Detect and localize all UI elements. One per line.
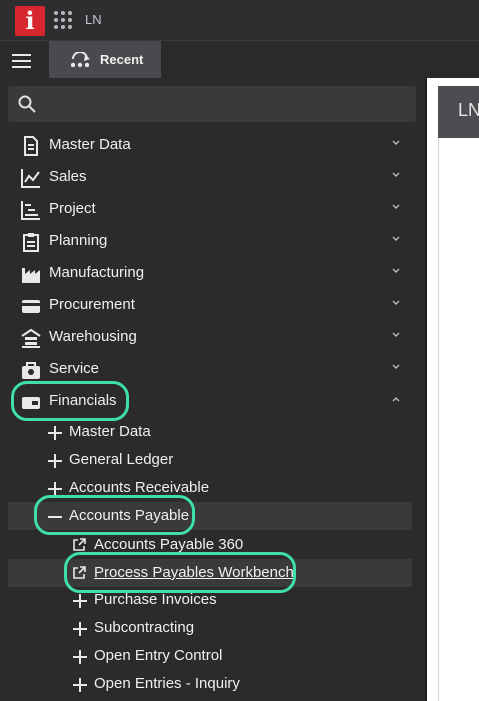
ap-process-payables-workbench[interactable]: Process Payables Workbench: [8, 559, 412, 587]
ap-open-entries-inquiry[interactable]: Open Entries - Inquiry: [8, 670, 412, 698]
menu-item-label: Accounts Receivable: [69, 479, 210, 496]
financials-accounts-receivable[interactable]: Accounts Receivable: [8, 474, 412, 502]
menu-item-label: Manufacturing: [49, 264, 145, 281]
content-header-title: LN: [458, 100, 479, 120]
ap-subcontracting[interactable]: Subcontracting: [8, 614, 412, 642]
chevron-down-icon: [392, 268, 400, 273]
top-bar: i LN: [0, 0, 479, 40]
expand-plus-icon: [48, 482, 62, 496]
clipboard-icon: [23, 233, 39, 252]
ap-open-entry-control[interactable]: Open Entry Control: [8, 642, 412, 670]
hamburger-menu-icon[interactable]: [12, 54, 31, 68]
ap-accounts-payable-360[interactable]: Accounts Payable 360: [8, 531, 412, 559]
menu-item-label: Process Payables Workbench: [94, 564, 294, 581]
menu-item-planning[interactable]: Planning: [8, 227, 412, 255]
financials-general-ledger[interactable]: General Ledger: [8, 446, 412, 474]
menu-item-manufacturing[interactable]: Manufacturing: [8, 259, 412, 287]
credit-card-icon: [22, 300, 40, 313]
chevron-down-icon: [392, 140, 400, 145]
menu-item-label: General Ledger: [69, 451, 174, 468]
navigation-sidebar: Master Data Sales Project Planning Manuf…: [0, 78, 425, 701]
sidebar-scrollbar[interactable]: [412, 122, 425, 701]
search-input[interactable]: [8, 86, 416, 122]
chevron-down-icon: [392, 204, 400, 209]
menu-item-master-data[interactable]: Master Data: [8, 131, 412, 159]
chevron-down-icon: [392, 236, 400, 241]
factory-icon: [22, 268, 40, 283]
menu-item-sales[interactable]: Sales: [8, 163, 412, 191]
menu-item-label: Project: [49, 200, 96, 217]
chevron-down-icon: [392, 172, 400, 177]
expand-plus-icon: [48, 426, 62, 440]
external-link-icon: [73, 566, 86, 579]
chevron-down-icon: [392, 300, 400, 305]
menu-item-financials[interactable]: Financials: [8, 387, 412, 415]
expand-plus-icon: [73, 622, 87, 636]
chevron-up-icon: [392, 397, 400, 402]
financials-accounts-payable[interactable]: Accounts Payable: [8, 502, 412, 530]
expand-plus-icon: [73, 594, 87, 608]
app-name: LN: [85, 12, 102, 27]
content-panel: [438, 138, 479, 701]
infor-logo[interactable]: i: [15, 6, 45, 36]
project-gantt-icon: [21, 201, 40, 220]
document-icon: [24, 136, 38, 156]
collapse-minus-icon: [48, 516, 62, 518]
menu-item-label: Subcontracting: [94, 619, 195, 636]
tab-recent-label: Recent: [100, 52, 144, 67]
menu-item-label: Master Data: [69, 423, 151, 440]
wallet-icon: [22, 397, 40, 409]
chevron-down-icon: [392, 364, 400, 369]
chevron-down-icon: [392, 332, 400, 337]
expand-plus-icon: [73, 678, 87, 692]
app-switcher-icon[interactable]: [54, 11, 72, 29]
menu-item-label: Procurement: [49, 296, 135, 313]
financials-master-data[interactable]: Master Data: [8, 418, 412, 446]
menu-item-project[interactable]: Project: [8, 195, 412, 223]
menu-item-label: Warehousing: [49, 328, 137, 345]
ap-purchase-invoices[interactable]: Purchase Invoices: [8, 586, 412, 614]
logo-letter: i: [25, 6, 35, 35]
menu-item-label: Open Entries - Inquiry: [94, 675, 240, 692]
warehouse-icon: [21, 328, 41, 348]
external-link-icon: [73, 538, 86, 551]
menu-item-service[interactable]: Service: [8, 355, 412, 383]
menu-item-label: Sales: [49, 168, 87, 185]
menu-item-label: Accounts Payable 360: [94, 536, 244, 553]
menu-item-label: Open Entry Control: [94, 647, 223, 664]
search-icon: [18, 95, 36, 113]
tab-bar: Recent: [0, 40, 479, 79]
content-pane: LN: [427, 78, 479, 701]
menu-item-label: Planning: [49, 232, 108, 249]
menu-item-label: Service: [49, 360, 100, 377]
menu-item-label: Purchase Invoices: [94, 591, 217, 608]
menu-item-label: Master Data: [49, 136, 131, 153]
menu-item-label: Accounts Payable: [69, 507, 190, 524]
menu-item-label: Financials: [49, 392, 117, 409]
expand-plus-icon: [73, 650, 87, 664]
menu-item-warehousing[interactable]: Warehousing: [8, 323, 412, 351]
service-bag-icon: [22, 362, 40, 379]
line-chart-icon: [21, 169, 40, 188]
expand-plus-icon: [48, 454, 62, 468]
recent-icon: [70, 52, 90, 68]
content-header: LN: [438, 86, 479, 138]
menu-item-procurement[interactable]: Procurement: [8, 291, 412, 319]
tab-recent[interactable]: Recent: [49, 41, 161, 79]
